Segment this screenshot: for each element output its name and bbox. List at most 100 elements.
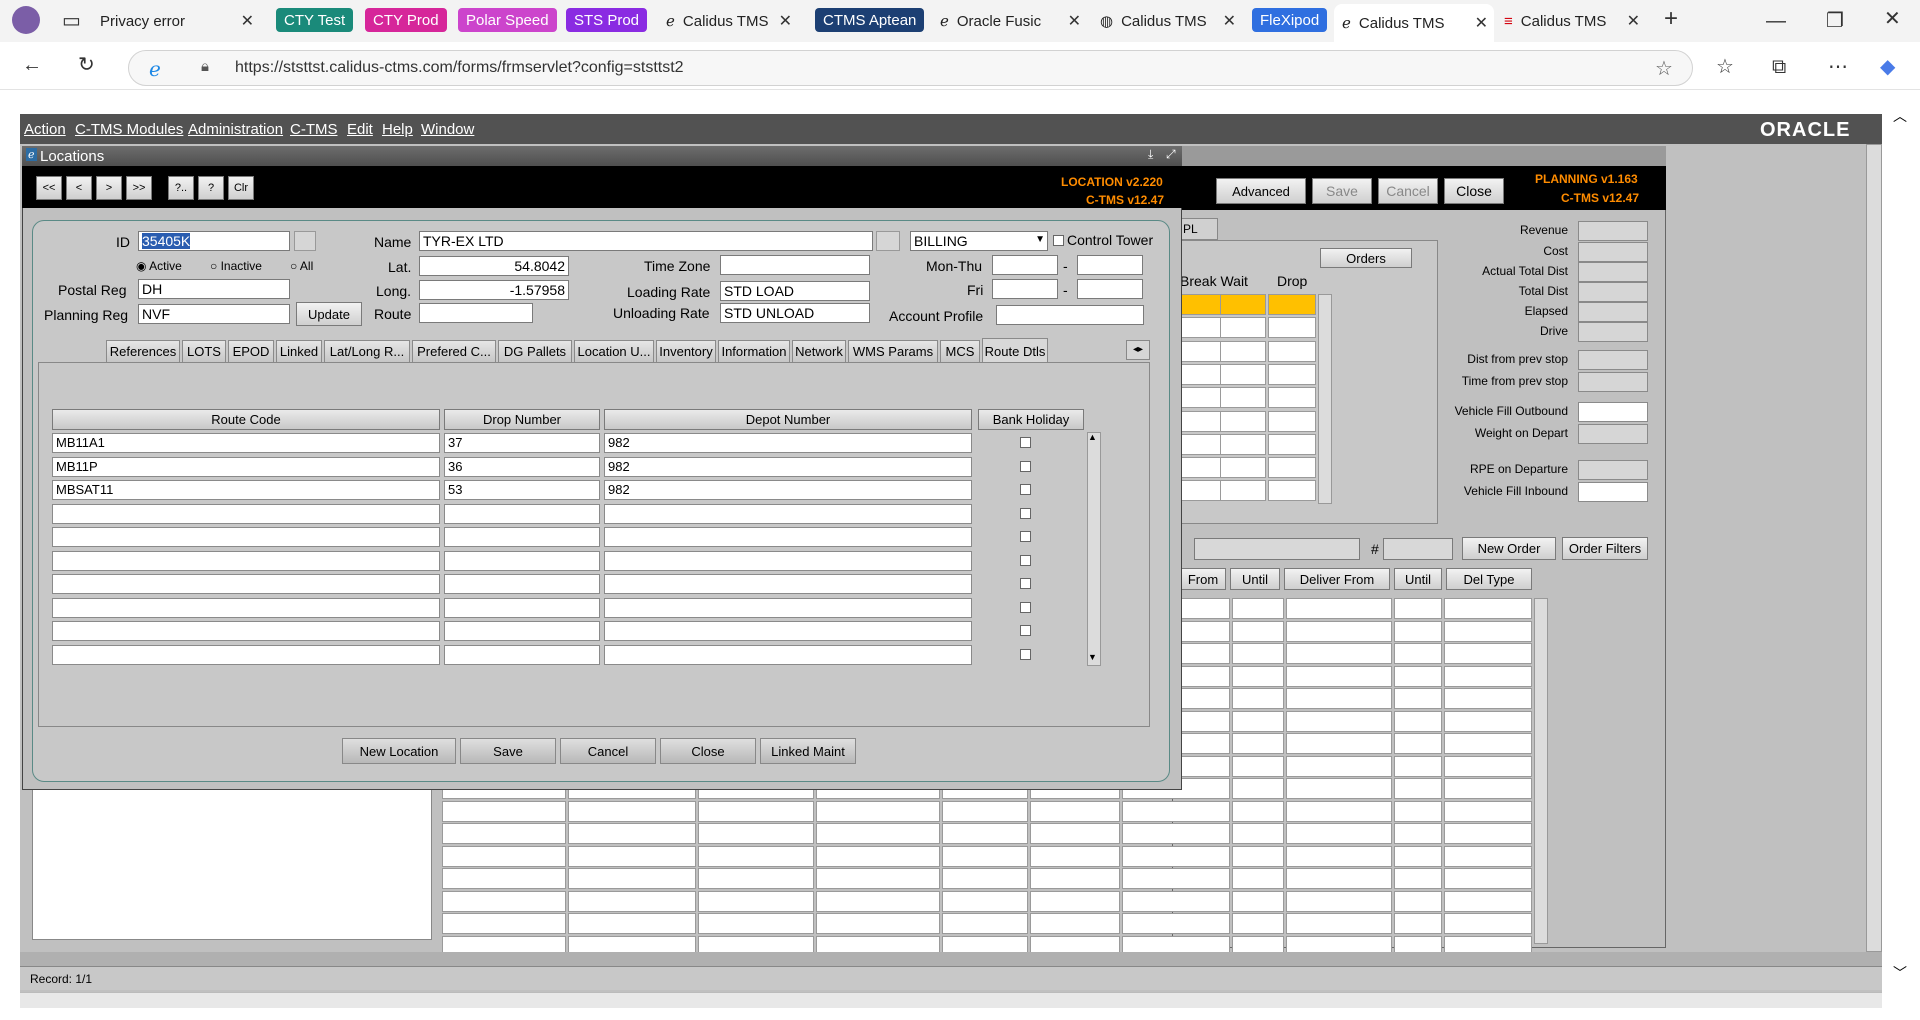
- previous-record-button[interactable]: <: [66, 176, 92, 200]
- orders-grid-cell[interactable]: [1232, 800, 1284, 822]
- tab-cty-prod[interactable]: CTY Prod: [365, 8, 447, 32]
- route-code-cell[interactable]: [52, 574, 440, 594]
- orders-grid-cell[interactable]: [1030, 823, 1120, 844]
- bank-holiday-checkbox[interactable]: [1020, 554, 1031, 566]
- orders-grid-cell[interactable]: [1232, 688, 1284, 709]
- orders-grid-cell[interactable]: [568, 890, 696, 912]
- refresh-icon[interactable]: ↻: [78, 54, 95, 76]
- planning-tab-fragment[interactable]: PL: [1176, 218, 1218, 240]
- orders-grid-cell[interactable]: [942, 868, 1028, 889]
- close-icon[interactable]: ✕: [241, 11, 254, 31]
- orders-grid-cell[interactable]: [1232, 710, 1284, 732]
- stop-grid-cell[interactable]: [1180, 387, 1222, 409]
- more-icon[interactable]: ⋯: [1828, 56, 1848, 78]
- tab-wms-params[interactable]: WMS Params: [848, 340, 938, 362]
- bank-holiday-checkbox[interactable]: [1020, 578, 1031, 589]
- route-code-cell[interactable]: MB11A1: [52, 433, 440, 453]
- metric-value-cost[interactable]: [1578, 242, 1648, 262]
- postal-reg-field[interactable]: DH: [138, 279, 290, 299]
- depot-number-cell[interactable]: 982: [604, 433, 972, 453]
- orders-grid-cell[interactable]: [1394, 778, 1442, 799]
- new-tab-icon[interactable]: +: [1664, 7, 1678, 31]
- tab-sts-prod[interactable]: STS Prod: [566, 8, 648, 32]
- orders-grid-cell[interactable]: [1444, 800, 1532, 822]
- menu-ctms[interactable]: C-TMS: [290, 121, 338, 138]
- drop-number-cell[interactable]: [444, 574, 600, 594]
- bank-holiday-header[interactable]: Bank Holiday: [978, 409, 1084, 430]
- stop-grid-cell[interactable]: [1180, 410, 1222, 432]
- orders-grid-cell[interactable]: [942, 823, 1028, 844]
- tab-dg-pallets[interactable]: DG Pallets: [498, 340, 572, 362]
- orders-grid-cell[interactable]: [1122, 800, 1230, 822]
- orders-grid-cell[interactable]: [1286, 755, 1392, 777]
- stop-grid-cell[interactable]: [1268, 294, 1316, 315]
- metric-value-drive[interactable]: [1578, 322, 1648, 342]
- tab-lat-long-r[interactable]: Lat/Long R...: [324, 340, 410, 362]
- orders-grid-cell[interactable]: [1444, 823, 1532, 844]
- orders-grid-cell[interactable]: [1122, 868, 1230, 889]
- orders-grid-cell[interactable]: [568, 845, 696, 867]
- tab-epod[interactable]: EPOD: [228, 340, 274, 362]
- first-record-button[interactable]: <<: [36, 176, 62, 200]
- order-search-field[interactable]: [1194, 538, 1360, 560]
- metric-value-time-from-prev-stop[interactable]: [1578, 372, 1648, 392]
- linked-maint-button[interactable]: Linked Maint: [760, 738, 856, 764]
- favorites-icon[interactable]: ☆: [1716, 56, 1734, 78]
- advanced-button[interactable]: Advanced: [1216, 178, 1306, 204]
- drop-number-cell[interactable]: [444, 644, 600, 665]
- tab-cty-test[interactable]: CTY Test: [276, 8, 354, 32]
- bank-holiday-checkbox[interactable]: [1020, 437, 1031, 448]
- orders-grid-cell[interactable]: [568, 800, 696, 822]
- route-code-cell[interactable]: [52, 621, 440, 641]
- mon-thu-to[interactable]: [1077, 255, 1143, 275]
- orders-grid-cell[interactable]: [442, 913, 566, 934]
- orders-grid-cell[interactable]: [1444, 890, 1532, 912]
- depot-number-cell[interactable]: [604, 503, 972, 524]
- orders-grid-cell[interactable]: [816, 845, 940, 867]
- menu-window[interactable]: Window: [421, 121, 474, 138]
- url-box[interactable]: ℯ 🔒︎ https://ststtst.calidus-ctms.com/fo…: [128, 50, 1693, 86]
- tab-network[interactable]: Network: [792, 340, 846, 362]
- tab-calidus-tms-active[interactable]: ℯ Calidus TMS ✕: [1334, 4, 1494, 42]
- orders-grid-cell[interactable]: [1394, 800, 1442, 822]
- orders-grid-cell[interactable]: [1394, 890, 1442, 912]
- orders-grid-cell[interactable]: [1444, 733, 1532, 754]
- header-deliver-from[interactable]: Deliver From: [1284, 568, 1390, 590]
- loading-rate-field[interactable]: STD LOAD: [720, 281, 870, 301]
- orders-grid-cell[interactable]: [816, 890, 940, 912]
- billing-select[interactable]: BILLING ▼: [910, 231, 1048, 251]
- tab-references[interactable]: References: [106, 340, 180, 362]
- header-until-1[interactable]: Until: [1230, 568, 1280, 590]
- orders-grid-cell[interactable]: [1394, 688, 1442, 709]
- stop-grid-cell[interactable]: [1268, 433, 1316, 455]
- orders-grid-cell[interactable]: [942, 913, 1028, 934]
- copilot-icon[interactable]: ◆: [1880, 56, 1895, 78]
- orders-grid-cell[interactable]: [1232, 913, 1284, 934]
- page-scroll-up-icon[interactable]: ︿: [1893, 106, 1907, 126]
- stop-grid-cell[interactable]: [1268, 317, 1316, 339]
- close-button[interactable]: Close: [660, 738, 756, 764]
- window-minimize-icon[interactable]: ⤓: [1148, 147, 1153, 162]
- orders-grid-cell[interactable]: [1232, 890, 1284, 912]
- tab-lots[interactable]: LOTS: [182, 340, 226, 362]
- stop-grid-cell[interactable]: [1220, 387, 1266, 409]
- orders-grid-cell[interactable]: [1232, 868, 1284, 889]
- stop-grid-cell[interactable]: [1268, 387, 1316, 409]
- orders-grid-cell[interactable]: [1030, 868, 1120, 889]
- metric-value-vehicle-fill-inbound[interactable]: [1578, 482, 1648, 502]
- route-table-scrollbar[interactable]: [1087, 432, 1101, 666]
- orders-grid-cell[interactable]: [1286, 598, 1392, 619]
- horizontal-scrollbar[interactable]: [20, 992, 1882, 1008]
- depot-number-cell[interactable]: [604, 574, 972, 594]
- tab-privacy-error[interactable]: Privacy error ✕: [92, 6, 260, 36]
- planning-save-button[interactable]: Save: [1312, 178, 1372, 204]
- orders-grid-cell[interactable]: [1232, 643, 1284, 664]
- orders-grid-cell[interactable]: [698, 868, 814, 889]
- tab-information[interactable]: Information: [718, 340, 790, 362]
- bank-holiday-checkbox[interactable]: [1020, 460, 1031, 472]
- tab-oracle-fusion[interactable]: ℯ Oracle Fusic ✕: [932, 6, 1087, 36]
- window-maximize-icon[interactable]: ⤢: [1166, 147, 1176, 162]
- orders-grid-cell[interactable]: [1286, 710, 1392, 732]
- orders-grid-cell[interactable]: [942, 890, 1028, 912]
- stop-grid-cell[interactable]: [1220, 480, 1266, 502]
